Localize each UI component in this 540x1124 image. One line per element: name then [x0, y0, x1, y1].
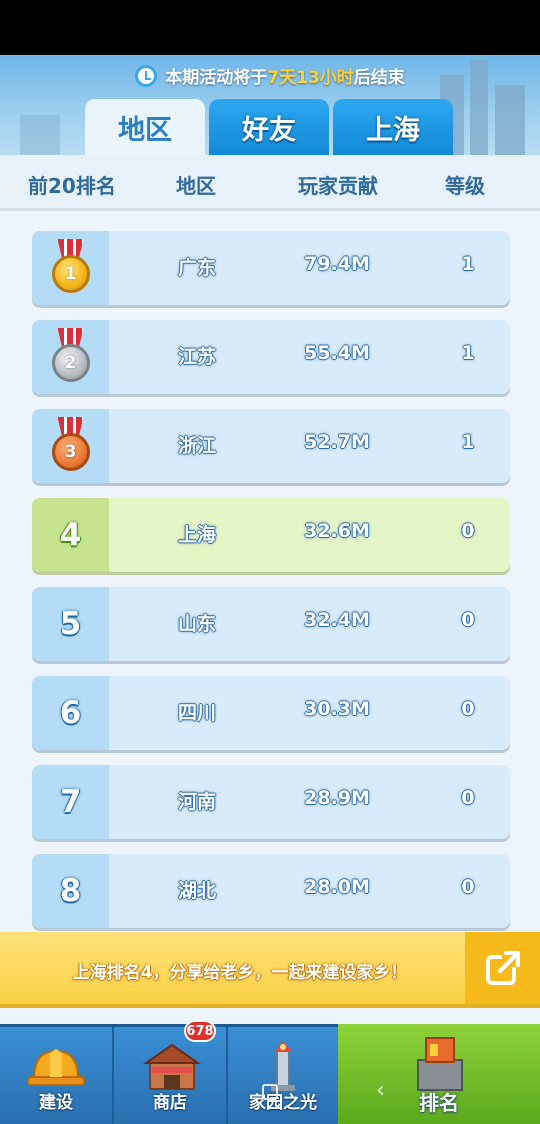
- rank-number: 8: [59, 873, 82, 909]
- rank-number: 2: [51, 344, 90, 382]
- rank-cell: 6: [32, 676, 109, 750]
- countdown-days: 7天: [267, 68, 297, 88]
- share-external-icon: [485, 951, 520, 985]
- contribution-value: 32.6M: [304, 520, 370, 542]
- nav-home-light[interactable]: 家园之光: [228, 1027, 338, 1124]
- nav-build-label: 建设: [39, 1093, 73, 1113]
- column-rank: 前20排名: [28, 174, 116, 198]
- column-level: 等级: [445, 174, 485, 198]
- contribution-value: 55.4M: [304, 342, 370, 364]
- table-row[interactable]: 7 河南 28.9M 0: [32, 765, 510, 839]
- region-name: 上海: [177, 524, 217, 546]
- ranking-tabs: 地区 好友 上海: [85, 99, 453, 155]
- table-row[interactable]: 2 江苏 55.4M 1: [32, 320, 510, 394]
- rank-cell: 3: [32, 409, 109, 483]
- header-banner: 本期活动将于7天13小时后结束 地区 好友 上海: [0, 55, 540, 155]
- rank-number: 4: [59, 517, 82, 553]
- ranking-tower-icon: [417, 1037, 463, 1091]
- nav-home-light-label: 家园之光: [249, 1093, 317, 1113]
- rank-cell: 4: [32, 498, 109, 572]
- contribution-value: 28.0M: [304, 876, 370, 898]
- shop-building-icon: [142, 1043, 202, 1090]
- region-name: 山东: [177, 613, 217, 635]
- rank-number: 6: [59, 695, 82, 731]
- share-button[interactable]: [465, 932, 540, 1004]
- contribution-value: 30.3M: [304, 698, 370, 720]
- nav-shop-label: 商店: [153, 1093, 187, 1113]
- level-value: 0: [461, 609, 475, 631]
- tab-friends[interactable]: 好友: [209, 99, 329, 155]
- region-name: 江苏: [177, 346, 217, 368]
- rank-number: 1: [51, 255, 90, 293]
- clock-icon: [135, 64, 158, 87]
- level-value: 0: [461, 876, 475, 898]
- share-banner: 上海排名4，分享给老乡，一起来建设家乡！: [0, 932, 540, 1008]
- rank-number: 7: [59, 784, 82, 820]
- level-value: 0: [461, 787, 475, 809]
- contribution-value: 52.7M: [304, 431, 370, 453]
- system-home-icon[interactable]: [262, 1084, 278, 1100]
- tab-region[interactable]: 地区: [85, 99, 205, 155]
- contribution-value: 32.4M: [304, 609, 370, 631]
- region-name: 河南: [177, 791, 217, 813]
- tab-shanghai[interactable]: 上海: [333, 99, 453, 155]
- bronze-medal-icon: 3: [50, 417, 92, 475]
- building-decoration: [495, 85, 525, 155]
- countdown-prefix: 本期活动将于: [165, 68, 268, 88]
- rank-cell: 2: [32, 320, 109, 394]
- rank-cell: 8: [32, 854, 109, 928]
- level-value: 1: [461, 342, 475, 364]
- rank-number: 5: [59, 606, 82, 642]
- table-row[interactable]: 5 山东 32.4M 0: [32, 587, 510, 661]
- table-row[interactable]: 8 湖北 28.0M 0: [32, 854, 510, 928]
- gold-medal-icon: 1: [50, 239, 92, 297]
- column-region: 地区: [176, 174, 216, 198]
- silver-medal-icon: 2: [50, 328, 92, 386]
- table-row-current[interactable]: 4 上海 32.6M 0: [32, 498, 510, 572]
- region-name: 浙江: [177, 435, 217, 457]
- nav-ranking-label: 排名: [419, 1091, 459, 1115]
- table-row[interactable]: 6 四川 30.3M 0: [32, 676, 510, 750]
- nav-build[interactable]: 建设: [0, 1027, 114, 1124]
- column-contribution: 玩家贡献: [298, 174, 378, 198]
- countdown-hours: 13小时: [296, 68, 354, 88]
- hard-hat-icon: [27, 1049, 85, 1086]
- rank-number: 3: [51, 433, 90, 471]
- rank-cell: 1: [32, 231, 109, 305]
- system-back-icon[interactable]: ‹: [376, 1078, 385, 1103]
- share-message: 上海排名4，分享给老乡，一起来建设家乡！: [72, 963, 408, 983]
- contribution-value: 28.9M: [304, 787, 370, 809]
- contribution-value: 79.4M: [304, 253, 370, 275]
- status-bar: [0, 0, 540, 55]
- table-row[interactable]: 1 广东 79.4M 1: [32, 231, 510, 305]
- column-header: 前20排名 地区 玩家贡献 等级: [0, 155, 540, 211]
- region-name: 湖北: [177, 880, 217, 902]
- nav-shop[interactable]: 商店: [114, 1027, 228, 1124]
- level-value: 1: [461, 431, 475, 453]
- level-value: 0: [461, 698, 475, 720]
- nav-ranking[interactable]: 排名: [338, 1024, 540, 1124]
- region-name: 四川: [177, 702, 217, 724]
- building-decoration: [20, 115, 60, 155]
- countdown-suffix: 后结束: [353, 68, 405, 88]
- event-countdown: 本期活动将于7天13小时后结束: [0, 63, 540, 88]
- level-value: 1: [461, 253, 475, 275]
- rank-cell: 7: [32, 765, 109, 839]
- region-name: 广东: [177, 257, 217, 279]
- level-value: 0: [461, 520, 475, 542]
- table-row[interactable]: 3 浙江 52.7M 1: [32, 409, 510, 483]
- rank-cell: 5: [32, 587, 109, 661]
- shop-badge: 678: [184, 1020, 216, 1042]
